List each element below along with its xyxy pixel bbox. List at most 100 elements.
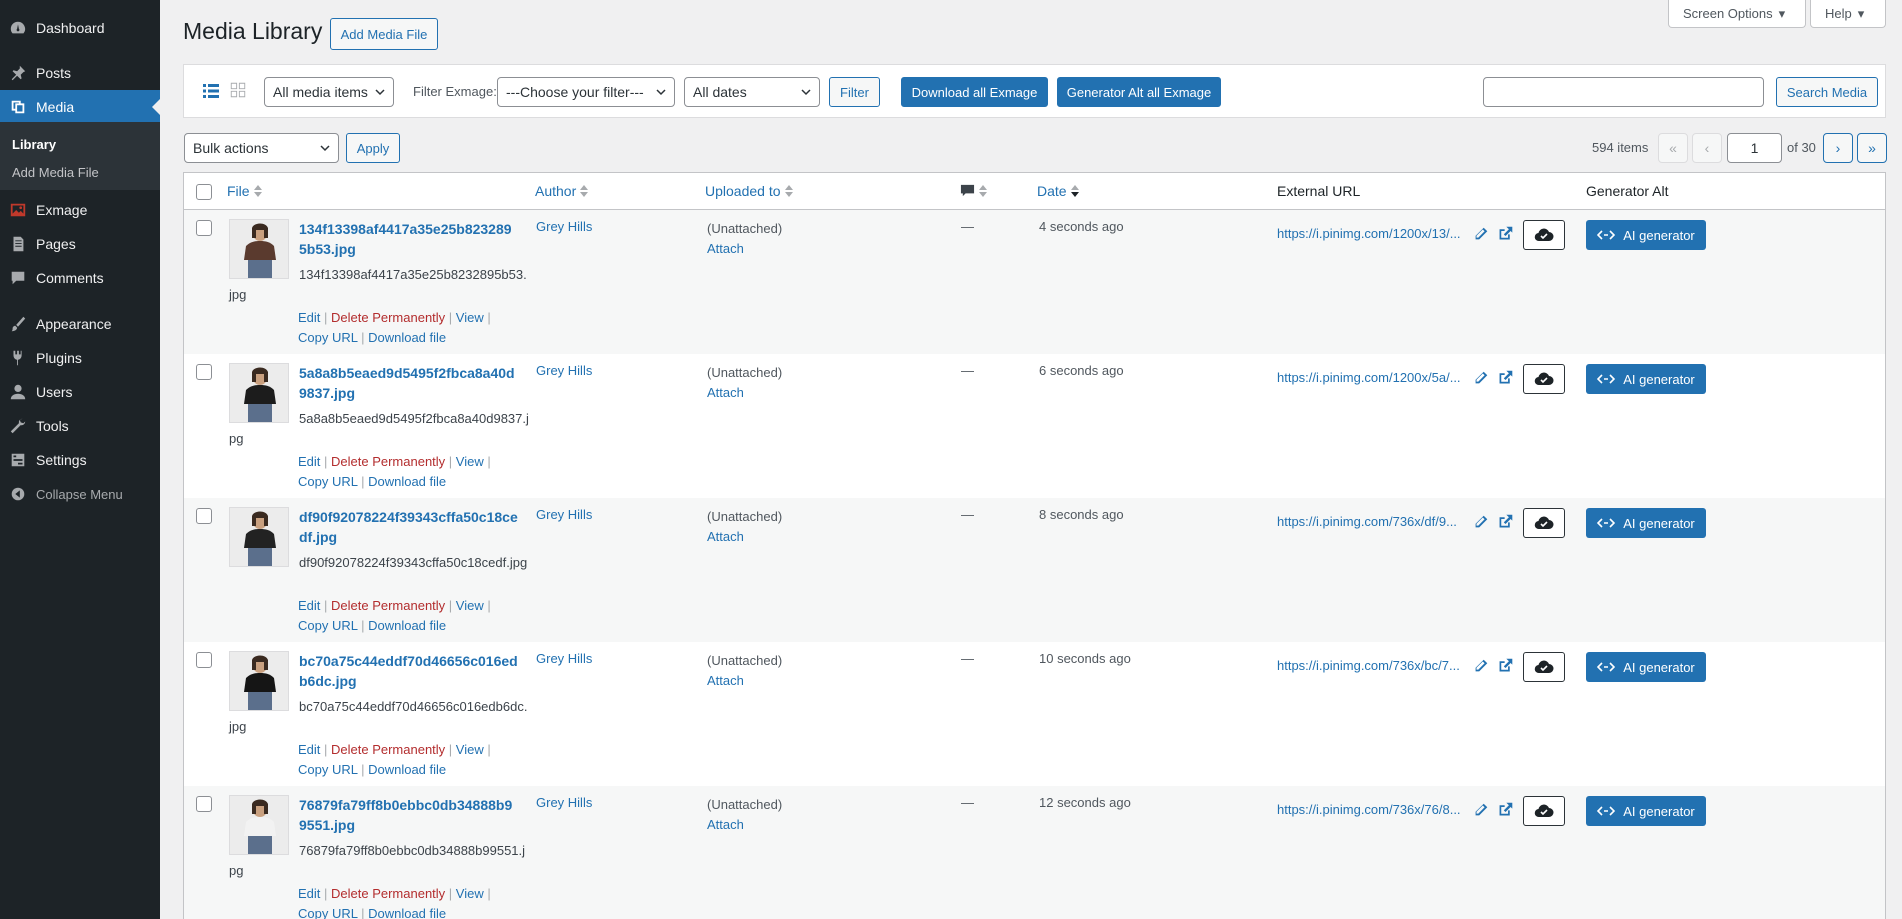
search-media-input[interactable] [1483,77,1764,107]
ai-generator-button[interactable]: AI generator [1586,220,1706,250]
search-media-button[interactable]: Search Media [1776,77,1878,107]
row-checkbox[interactable] [196,220,212,236]
generator-alt-all-exmage-button[interactable]: Generator Alt all Exmage [1057,77,1221,107]
sidebar-item-users[interactable]: Users [0,375,160,409]
pencil-icon[interactable] [1472,657,1490,675]
media-type-select[interactable]: All media items [264,77,394,107]
sidebar-item-pages[interactable]: Pages [0,227,160,261]
view-link[interactable]: View [456,310,484,325]
filter-button[interactable]: Filter [829,77,880,107]
sidebar-item-posts[interactable]: Posts [0,56,160,90]
sidebar-item-dashboard[interactable]: Dashboard [0,11,160,45]
edit-link[interactable]: Edit [298,886,320,901]
copy-url-link[interactable]: Copy URL [298,906,357,919]
file-title-link[interactable]: 134f13398af4417a35e25b8232895b53.jpg [299,219,519,259]
cloud-download-button[interactable] [1523,508,1565,538]
row-checkbox[interactable] [196,796,212,812]
select-all-checkbox[interactable] [196,184,212,200]
pencil-icon[interactable] [1472,369,1490,387]
copy-url-link[interactable]: Copy URL [298,474,357,489]
collapse-menu-button[interactable]: Collapse Menu [0,477,160,511]
copy-url-link[interactable]: Copy URL [298,330,357,345]
file-title-link[interactable]: 5a8a8b5eaed9d5495f2fbca8a40d9837.jpg [299,363,519,403]
edit-link[interactable]: Edit [298,454,320,469]
author-link[interactable]: Grey Hills [536,795,592,810]
sidebar-item-settings[interactable]: Settings [0,443,160,477]
pencil-icon[interactable] [1472,225,1490,243]
author-link[interactable]: Grey Hills [536,363,592,378]
external-link-icon[interactable] [1497,369,1515,387]
external-url-link[interactable]: https://i.pinimg.com/1200x/5a/... [1277,370,1467,385]
attach-link[interactable]: Attach [707,529,744,544]
sidebar-item-plugins[interactable]: Plugins [0,341,160,375]
sidebar-item-tools[interactable]: Tools [0,409,160,443]
current-page-input[interactable]: 1 [1727,133,1782,163]
first-page-button[interactable]: « [1658,133,1688,163]
attach-link[interactable]: Attach [707,817,744,832]
last-page-button[interactable]: » [1857,133,1887,163]
external-link-icon[interactable] [1497,225,1515,243]
list-view-icon[interactable] [201,81,219,99]
edit-link[interactable]: Edit [298,742,320,757]
screen-options-tab[interactable]: Screen Options ▾ [1668,0,1806,28]
external-url-link[interactable]: https://i.pinimg.com/736x/76/8... [1277,802,1467,817]
delete-permanently-link[interactable]: Delete Permanently [331,310,445,325]
copy-url-link[interactable]: Copy URL [298,762,357,777]
download-file-link[interactable]: Download file [368,330,446,345]
file-title-link[interactable]: df90f92078224f39343cffa50c18cedf.jpg [299,507,519,547]
submenu-library[interactable]: Library [0,131,160,159]
external-link-icon[interactable] [1497,657,1515,675]
download-file-link[interactable]: Download file [368,906,446,919]
column-date[interactable]: Date [1037,183,1079,199]
sidebar-item-media[interactable]: Media [0,90,160,124]
author-link[interactable]: Grey Hills [536,507,592,522]
external-url-link[interactable]: https://i.pinimg.com/1200x/13/... [1277,226,1467,241]
delete-permanently-link[interactable]: Delete Permanently [331,598,445,613]
column-uploaded[interactable]: Uploaded to [705,183,793,199]
row-checkbox[interactable] [196,364,212,380]
external-link-icon[interactable] [1497,801,1515,819]
row-checkbox[interactable] [196,508,212,524]
file-title-link[interactable]: 76879fa79ff8b0ebbc0db34888b99551.jpg [299,795,519,835]
delete-permanently-link[interactable]: Delete Permanently [331,742,445,757]
help-tab[interactable]: Help ▾ [1810,0,1886,28]
cloud-download-button[interactable] [1523,220,1565,250]
column-comments[interactable] [960,183,987,198]
edit-link[interactable]: Edit [298,310,320,325]
prev-page-button[interactable]: ‹ [1692,133,1722,163]
author-link[interactable]: Grey Hills [536,651,592,666]
row-checkbox[interactable] [196,652,212,668]
file-title-link[interactable]: bc70a75c44eddf70d46656c016edb6dc.jpg [299,651,519,691]
external-url-link[interactable]: https://i.pinimg.com/736x/df/9... [1277,514,1467,529]
author-link[interactable]: Grey Hills [536,219,592,234]
copy-url-link[interactable]: Copy URL [298,618,357,633]
cloud-download-button[interactable] [1523,796,1565,826]
ai-generator-button[interactable]: AI generator [1586,508,1706,538]
column-file[interactable]: File [227,183,262,199]
submenu-add-media[interactable]: Add Media File [0,159,160,187]
sidebar-item-appearance[interactable]: Appearance [0,307,160,341]
exmage-filter-select[interactable]: ---Choose your filter--- [497,77,675,107]
column-author[interactable]: Author [535,183,589,199]
sidebar-item-exmage[interactable]: Exmage [0,193,160,227]
external-link-icon[interactable] [1497,513,1515,531]
cloud-download-button[interactable] [1523,364,1565,394]
download-all-exmage-button[interactable]: Download all Exmage [901,77,1048,107]
ai-generator-button[interactable]: AI generator [1586,796,1706,826]
ai-generator-button[interactable]: AI generator [1586,652,1706,682]
edit-link[interactable]: Edit [298,598,320,613]
attach-link[interactable]: Attach [707,673,744,688]
pencil-icon[interactable] [1472,801,1490,819]
sidebar-item-comments[interactable]: Comments [0,261,160,295]
view-link[interactable]: View [456,742,484,757]
pencil-icon[interactable] [1472,513,1490,531]
download-file-link[interactable]: Download file [368,618,446,633]
ai-generator-button[interactable]: AI generator [1586,364,1706,394]
attach-link[interactable]: Attach [707,385,744,400]
add-media-file-button[interactable]: Add Media File [330,18,438,50]
view-link[interactable]: View [456,454,484,469]
next-page-button[interactable]: › [1823,133,1853,163]
attach-link[interactable]: Attach [707,241,744,256]
external-url-link[interactable]: https://i.pinimg.com/736x/bc/7... [1277,658,1467,673]
dates-select[interactable]: All dates [684,77,820,107]
